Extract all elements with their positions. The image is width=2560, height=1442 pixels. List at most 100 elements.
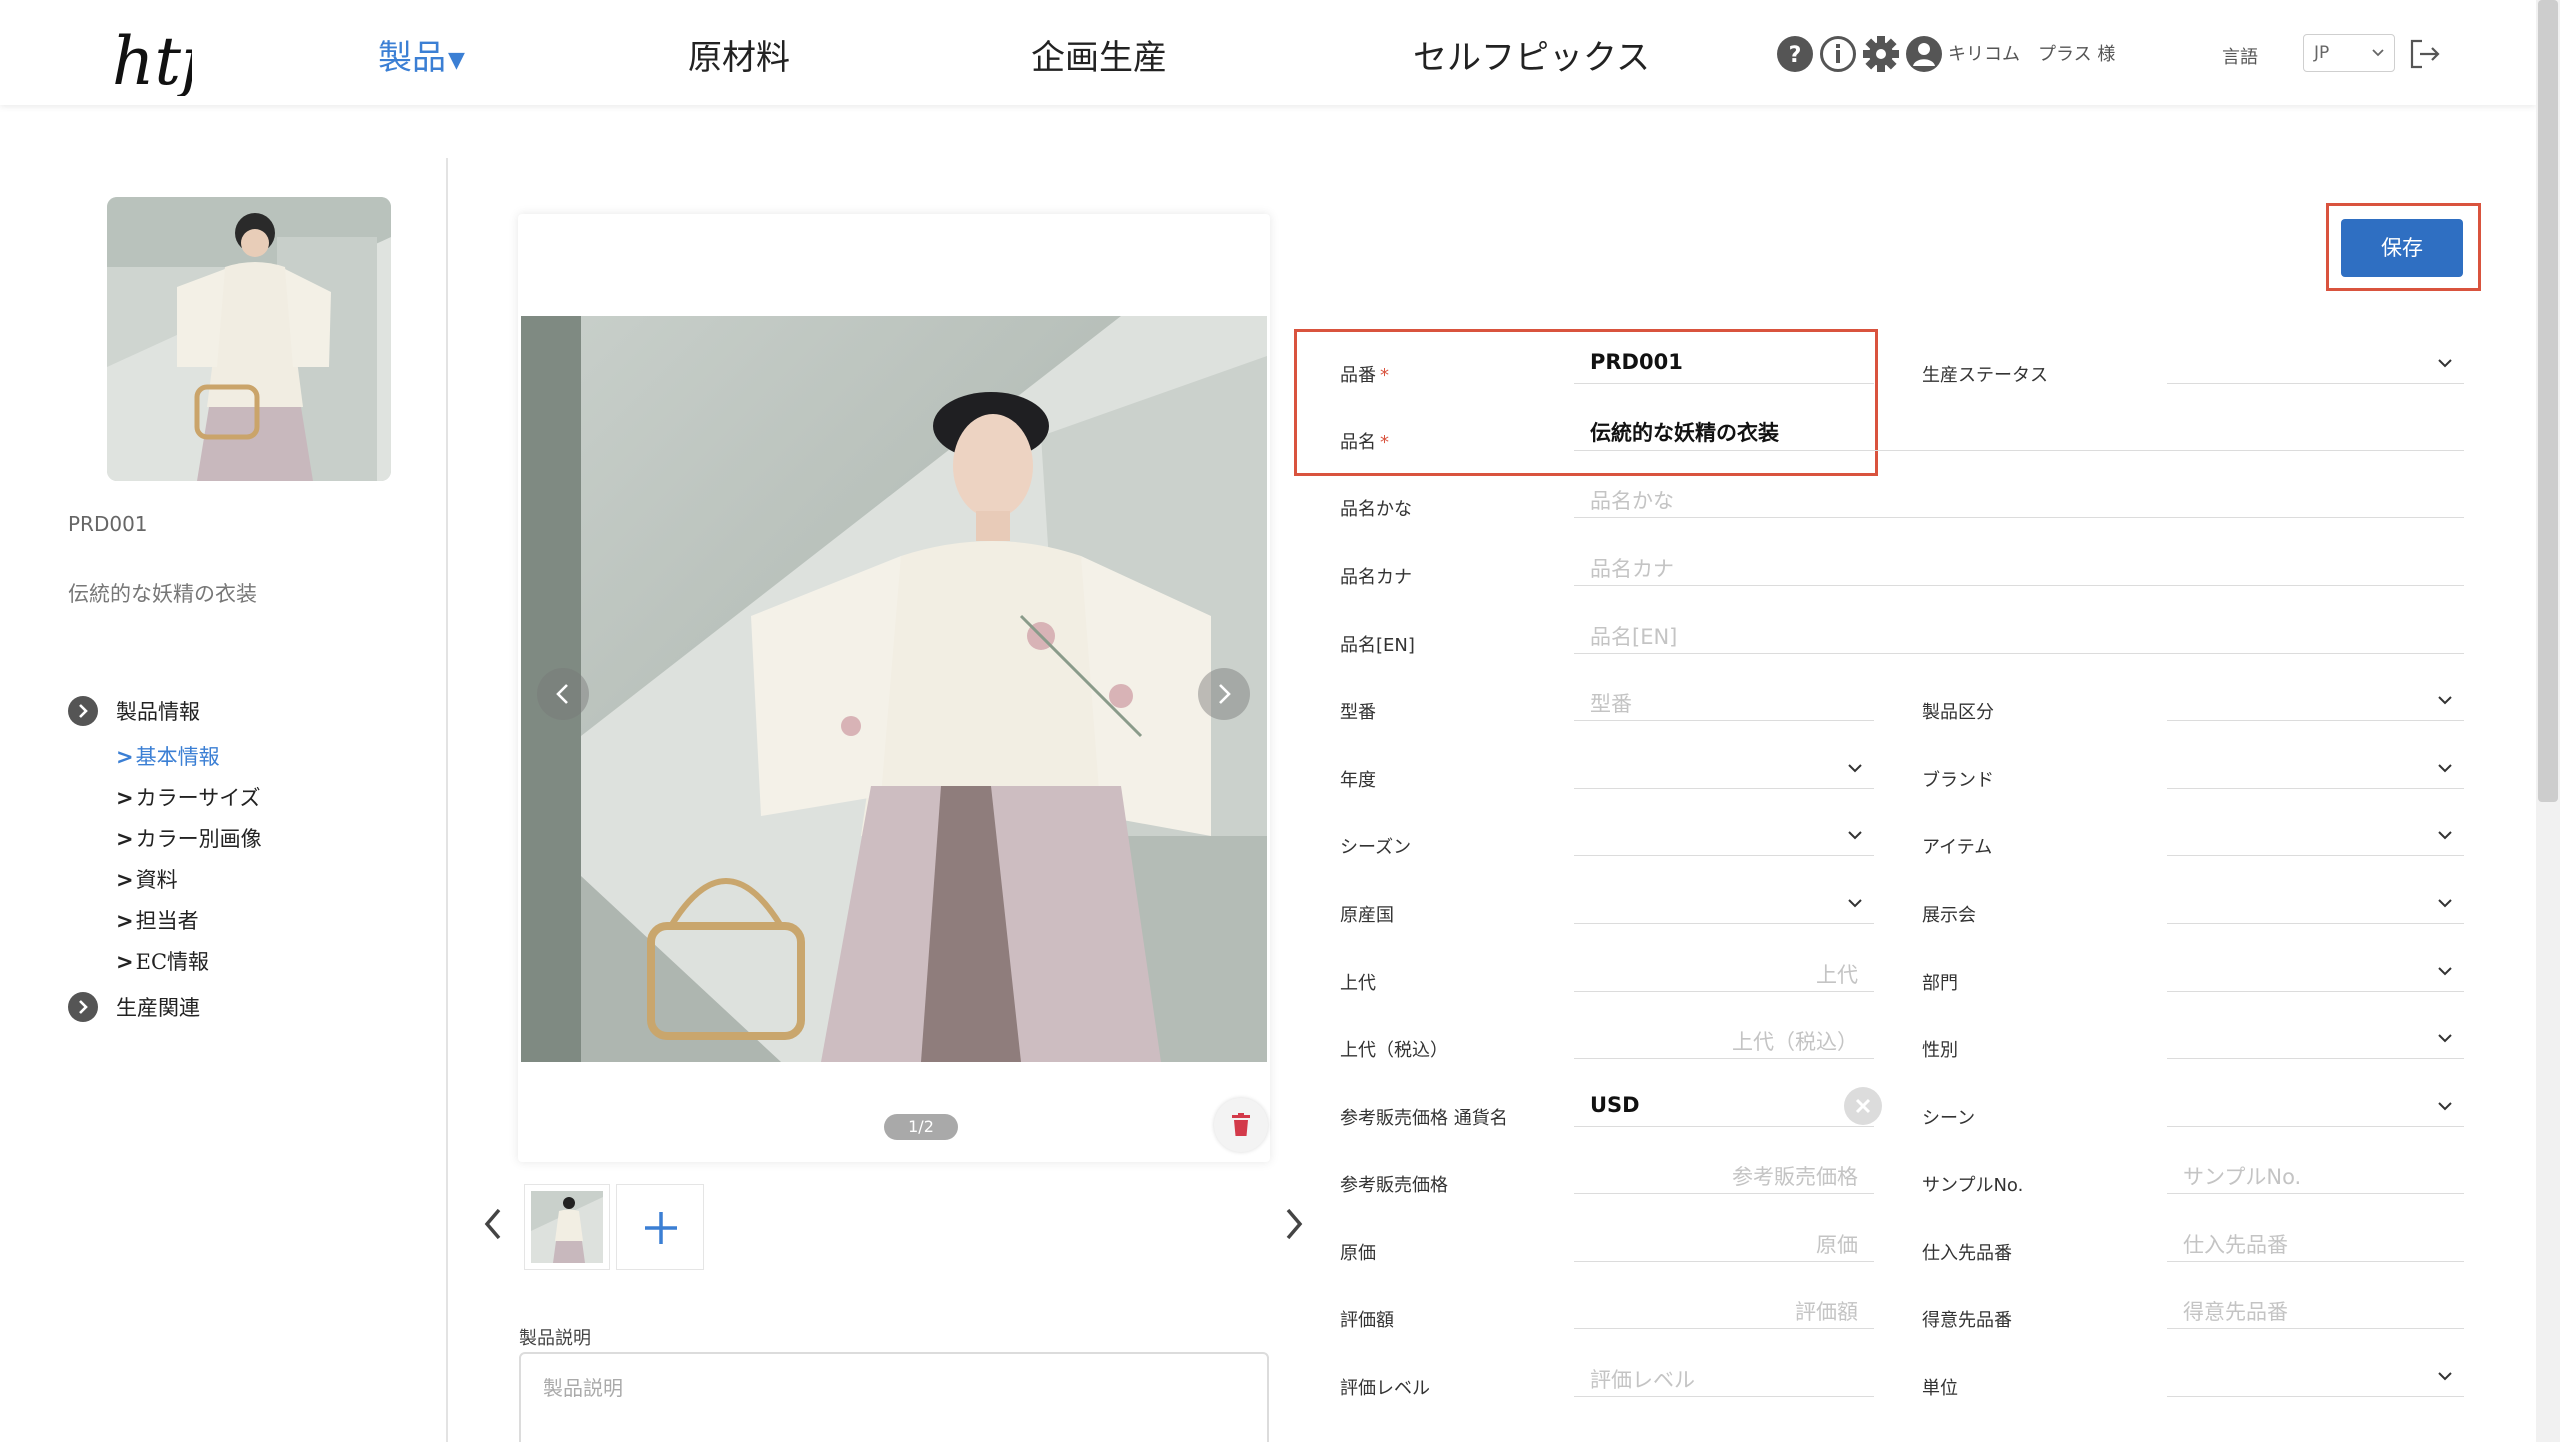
label-model-no: 型番: [1340, 702, 1376, 723]
help-icon[interactable]: ?: [1776, 35, 1814, 73]
exhibition-select[interactable]: [2167, 884, 2464, 924]
field-placeholder: 品名[EN]: [1590, 625, 1678, 649]
name-en-input[interactable]: 品名[EN]: [1574, 614, 2464, 654]
nav-products[interactable]: 製品▼: [378, 30, 465, 79]
sidebar-group-label: 製品情報: [116, 700, 200, 724]
sidebar-item-ec-info[interactable]: >EC情報: [116, 946, 209, 976]
label-ref-currency: 参考販売価格 通貨名: [1340, 1108, 1508, 1129]
plus-icon: [645, 1212, 677, 1244]
gender-select[interactable]: [2167, 1019, 2464, 1059]
chevron-right-icon: [68, 696, 98, 726]
sidebar-item-color-images[interactable]: >カラー別画像: [116, 823, 262, 853]
delete-photo-button[interactable]: [1214, 1098, 1268, 1152]
year-select[interactable]: [1574, 749, 1874, 789]
label-customer-code: 得意先品番: [1922, 1310, 2012, 1331]
field-placeholder: 上代（税込）: [1732, 1030, 1858, 1054]
chevron-down-icon: [2438, 1034, 2452, 1043]
save-button[interactable]: 保存: [2341, 219, 2463, 277]
chevron-down-icon: [2438, 696, 2452, 705]
cost-input[interactable]: 原価: [1574, 1222, 1874, 1262]
sidebar-item-documents[interactable]: >資料: [116, 864, 178, 894]
field-placeholder: 評価レベル: [1590, 1368, 1695, 1392]
nav-planning[interactable]: 企画生産: [1031, 30, 1167, 79]
valuation-input[interactable]: 評価額: [1574, 1289, 1874, 1329]
ref-price-input[interactable]: 参考販売価格: [1574, 1154, 1874, 1194]
svg-text:?: ?: [1789, 43, 1802, 68]
field-placeholder: 仕入先品番: [2183, 1233, 2288, 1257]
sidebar-item-prefix: >: [116, 786, 134, 810]
label-name-kana: 品名かな: [1340, 499, 1412, 520]
brand-logo[interactable]: htf: [106, 12, 192, 96]
department-select[interactable]: [2167, 952, 2464, 992]
field-placeholder: 原価: [1816, 1233, 1858, 1257]
field-placeholder: サンプルNo.: [2183, 1165, 2302, 1189]
sidebar-item-color-size[interactable]: >カラーサイズ: [116, 782, 261, 812]
label-exhibition: 展示会: [1922, 905, 1976, 926]
retail-price-input[interactable]: 上代: [1574, 952, 1874, 992]
brand-select[interactable]: [2167, 749, 2464, 789]
sidebar-item-prefix: >: [116, 827, 134, 851]
label-retail-price-tax: 上代（税込）: [1340, 1040, 1448, 1061]
logout-icon[interactable]: [2408, 38, 2442, 70]
sidebar-item-basic-info[interactable]: >基本情報: [116, 741, 220, 771]
required-mark: *: [1380, 365, 1389, 386]
language-value: JP: [2314, 43, 2330, 63]
description-placeholder: 製品説明: [543, 1376, 623, 1400]
product-code-input[interactable]: PRD001: [1574, 344, 1874, 384]
chevron-down-icon: [2438, 967, 2452, 976]
thumbnails-next-icon[interactable]: [1283, 1206, 1305, 1242]
item-select[interactable]: [2167, 816, 2464, 856]
label-brand: ブランド: [1922, 770, 1994, 791]
sidebar-item-label: カラーサイズ: [135, 786, 261, 810]
description-label: 製品説明: [519, 1328, 591, 1349]
model-no-input[interactable]: 型番: [1574, 681, 1874, 721]
name-kana-input[interactable]: 品名かな: [1574, 478, 2464, 518]
chevron-down-icon: [2372, 49, 2384, 57]
info-icon[interactable]: [1819, 35, 1857, 73]
production-status-select[interactable]: [2167, 344, 2464, 384]
season-select[interactable]: [1574, 816, 1874, 856]
name-katakana-input[interactable]: 品名カナ: [1574, 546, 2464, 586]
nav-materials[interactable]: 原材料: [688, 30, 790, 79]
field-placeholder: 参考販売価格: [1732, 1165, 1858, 1189]
label-origin: 原産国: [1340, 905, 1394, 926]
field-placeholder: 評価額: [1795, 1300, 1858, 1324]
thumbnails-prev-icon[interactable]: [482, 1206, 504, 1242]
photo-page-indicator: 1/2: [884, 1114, 958, 1140]
add-photo-button[interactable]: [616, 1184, 704, 1270]
field-placeholder: 型番: [1590, 692, 1632, 716]
photo-prev-button[interactable]: [537, 668, 589, 720]
sidebar-item-prefix: >: [116, 868, 134, 892]
user-icon[interactable]: [1905, 35, 1943, 73]
product-name-input[interactable]: 伝統的な妖精の衣装: [1574, 411, 2464, 451]
scrollbar-thumb[interactable]: [2538, 0, 2558, 802]
sidebar-group-product-info[interactable]: 製品情報: [68, 696, 200, 726]
chevron-down-icon: [2438, 899, 2452, 908]
nav-self-picks[interactable]: セルフピックス: [1413, 30, 1650, 79]
customer-code-input[interactable]: 得意先品番: [2167, 1289, 2464, 1329]
unit-select[interactable]: [2167, 1357, 2464, 1397]
sidebar-group-production[interactable]: 生産関連: [68, 992, 200, 1022]
sidebar-item-label: 基本情報: [135, 745, 220, 769]
clear-icon[interactable]: [1844, 1087, 1882, 1125]
sample-no-input[interactable]: サンプルNo.: [2167, 1154, 2464, 1194]
photo-thumbnail[interactable]: [524, 1184, 610, 1270]
scene-select[interactable]: [2167, 1087, 2464, 1127]
sidebar-product-name: 伝統的な妖精の衣装: [68, 582, 257, 606]
sidebar-item-staff[interactable]: >担当者: [116, 905, 199, 935]
language-label: 言語: [2222, 47, 2258, 68]
origin-select[interactable]: [1574, 884, 1874, 924]
category-select[interactable]: [2167, 681, 2464, 721]
supplier-code-input[interactable]: 仕入先品番: [2167, 1222, 2464, 1262]
settings-icon[interactable]: [1862, 35, 1900, 73]
photo-next-button[interactable]: [1198, 668, 1250, 720]
sidebar-item-label: 担当者: [135, 909, 199, 933]
user-name: キリコム プラス 様: [1948, 44, 2116, 65]
ref-currency-select[interactable]: USD: [1574, 1087, 1882, 1127]
top-header: htf 製品▼ 原材料 企画生産 セルフピックス ? キリコム プラス 様 言語…: [0, 0, 2536, 105]
retail-price-tax-input[interactable]: 上代（税込）: [1574, 1019, 1874, 1059]
language-select[interactable]: JP: [2303, 34, 2395, 72]
description-textarea[interactable]: 製品説明: [519, 1352, 1269, 1442]
label-sample-no: サンプルNo.: [1922, 1175, 2024, 1196]
rating-input[interactable]: 評価レベル: [1574, 1357, 1874, 1397]
